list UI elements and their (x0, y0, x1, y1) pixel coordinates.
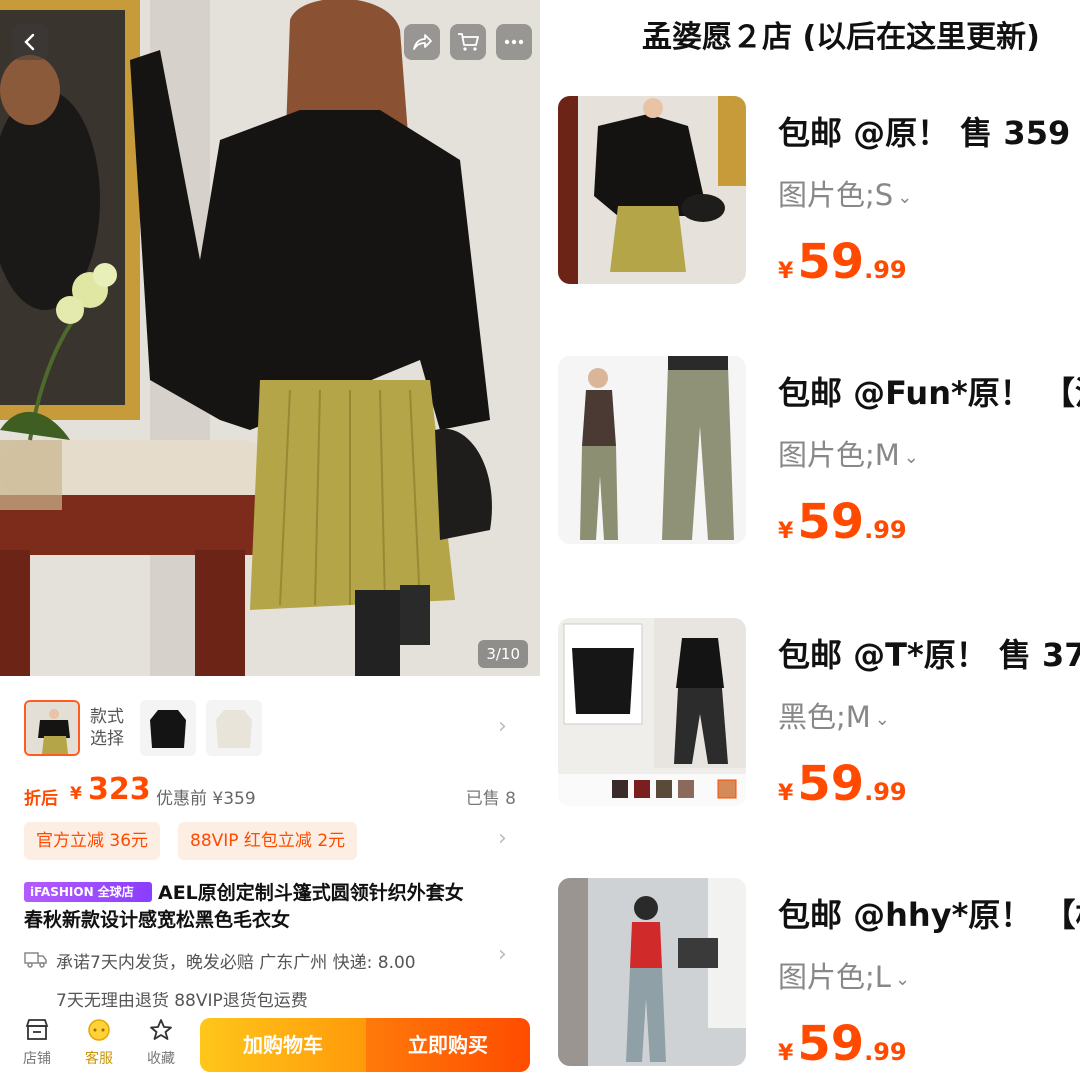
price-row: 折后 ¥ 323 优惠前 ¥359 已售 8 (24, 770, 524, 814)
more-button[interactable] (496, 24, 532, 60)
back-button[interactable] (12, 24, 48, 60)
list-item[interactable]: 包邮 @Fun*原！ 【流 图片色;M ⌄ ¥59.99 (540, 356, 1080, 556)
price-integer: 59 (797, 494, 865, 550)
store-label: 店铺 (23, 1051, 51, 1067)
item-photo (558, 96, 746, 284)
price-decimal: .99 (864, 516, 907, 544)
price-integer: 59 (797, 756, 865, 812)
store-title[interactable]: 孟婆愿２店 (以后在这里更新) (642, 12, 1040, 56)
currency-symbol: ¥ (70, 784, 82, 804)
sku-thumb-selected[interactable] (24, 700, 80, 756)
price-decimal: .99 (864, 1038, 907, 1066)
item-name: 包邮 @Fun*原！ 【流 (778, 374, 1080, 412)
currency-symbol: ¥ (778, 1041, 794, 1066)
service-tab[interactable]: 客服 (74, 1018, 124, 1068)
favorite-tab[interactable]: 收藏 (136, 1018, 186, 1068)
price-integer: 59 (797, 234, 865, 290)
currency-symbol: ¥ (778, 259, 794, 284)
variant-text: 图片色;M (778, 438, 900, 472)
buy-now-button[interactable]: 立即购买 (366, 1018, 530, 1072)
share-button[interactable] (404, 24, 440, 60)
item-variant[interactable]: 黑色;M ⌄ (778, 694, 890, 736)
sku-thumb-black-sweater[interactable] (140, 700, 196, 756)
favorite-label: 收藏 (147, 1051, 175, 1067)
sku-thumb-image (140, 700, 196, 756)
shipping-text: 承诺7天内发货，晚发必赔 广东广州 快递: 8.00 (56, 953, 416, 973)
product-title-line1: AEL原创定制斗篷式圆领针织外套女 (158, 882, 464, 904)
product-photo (0, 0, 540, 676)
product-hero-image[interactable]: 3/10 (0, 0, 540, 676)
back-icon (24, 33, 35, 51)
chevron-down-icon: ⌄ (874, 708, 890, 730)
store-item-list-panel: 孟婆愿２店 (以后在这里更新) 包邮 @原！ 售 359 图片色;S ⌄ ¥59.… (540, 0, 1080, 1080)
currency-symbol: ¥ (778, 781, 794, 806)
item-photo (558, 356, 746, 544)
variant-text: 图片色;L (778, 960, 891, 994)
chevron-right-icon: › (498, 942, 507, 967)
item-thumbnail[interactable] (558, 96, 746, 284)
item-variant[interactable]: 图片色;L ⌄ (778, 954, 910, 996)
add-to-cart-button[interactable]: 加购物车 (200, 1018, 366, 1072)
truck-icon (24, 952, 47, 968)
item-name: 包邮 @原！ 售 359 (778, 114, 1071, 152)
item-thumbnail[interactable] (558, 356, 746, 544)
item-name: 包邮 @hhy*原！ 【松 (778, 896, 1080, 934)
sku-select-label: 款式 选择 (90, 707, 124, 749)
item-variant[interactable]: 图片色;M ⌄ (778, 432, 919, 474)
chevron-down-icon: ⌄ (903, 446, 919, 468)
price-decimal: .99 (864, 778, 907, 806)
item-photo (558, 618, 746, 806)
original-price: 优惠前 ¥359 (156, 789, 256, 809)
service-label: 客服 (85, 1051, 113, 1067)
sku-thumb-white-sweater[interactable] (206, 700, 262, 756)
price-decimal: .99 (864, 256, 907, 284)
list-item[interactable]: 包邮 @原！ 售 359 图片色;S ⌄ ¥59.99 (540, 96, 1080, 296)
variant-text: 图片色;S (778, 178, 894, 212)
item-price: ¥59.99 (778, 234, 907, 290)
item-price: ¥59.99 (778, 494, 907, 550)
share-icon (413, 34, 432, 50)
more-icon (504, 39, 524, 45)
item-price: ¥59.99 (778, 756, 907, 812)
currency-symbol: ¥ (778, 519, 794, 544)
final-price: 323 (88, 772, 151, 807)
star-icon (150, 1019, 172, 1040)
list-item[interactable]: 包邮 @T*原！ 售 373 黑色;M ⌄ ¥59.99 (540, 618, 1080, 818)
item-thumbnail[interactable] (558, 618, 746, 806)
screen: 3/10 款式 选择 › 折后 ¥ 323 优惠前 ¥359 已售 8 官方立减… (0, 0, 1080, 1080)
sku-thumb-image (206, 700, 262, 756)
shipping-info[interactable]: 承诺7天内发货，晚发必赔 广东广州 快递: 8.00 › (24, 942, 524, 974)
item-photo (558, 878, 746, 1066)
store-icon (25, 1019, 49, 1040)
price-integer: 59 (797, 1016, 865, 1072)
discount-label: 折后 (24, 789, 58, 809)
chevron-right-icon: › (498, 714, 507, 739)
chevron-down-icon: ⌄ (897, 186, 913, 208)
sold-count: 已售 8 (465, 789, 516, 809)
item-variant[interactable]: 图片色;S ⌄ (778, 172, 912, 214)
image-page-indicator: 3/10 (478, 640, 528, 668)
item-thumbnail[interactable] (558, 878, 746, 1066)
chat-service-icon (88, 1019, 110, 1041)
item-name: 包邮 @T*原！ 售 373 (778, 636, 1080, 674)
sku-thumb-image (26, 702, 78, 754)
cart-icon (458, 33, 479, 51)
list-item[interactable]: 包邮 @hhy*原！ 【松 图片色;L ⌄ ¥59.99 (540, 878, 1080, 1078)
promo-88vip[interactable]: 88VIP 红包立减 2元 (178, 822, 358, 860)
store-brand-tag: iFASHION 全球店 (24, 882, 152, 902)
variant-text: 黑色;M (778, 700, 871, 734)
product-title-line2: 春秋新款设计感宽松黑色毛衣女 (24, 909, 291, 931)
item-price: ¥59.99 (778, 1016, 907, 1072)
chevron-down-icon: ⌄ (894, 968, 911, 990)
store-tab[interactable]: 店铺 (12, 1018, 62, 1068)
promo-official-discount[interactable]: 官方立减 36元 (24, 822, 161, 860)
chevron-right-icon: › (498, 826, 507, 851)
bottom-action-bar: 店铺 客服 收藏 加购物车 立即购买 (0, 1008, 540, 1080)
cart-button[interactable] (450, 24, 486, 60)
sku-selector[interactable]: 款式 选择 › (0, 696, 540, 760)
product-detail-panel: 3/10 款式 选择 › 折后 ¥ 323 优惠前 ¥359 已售 8 官方立减… (0, 0, 540, 1080)
